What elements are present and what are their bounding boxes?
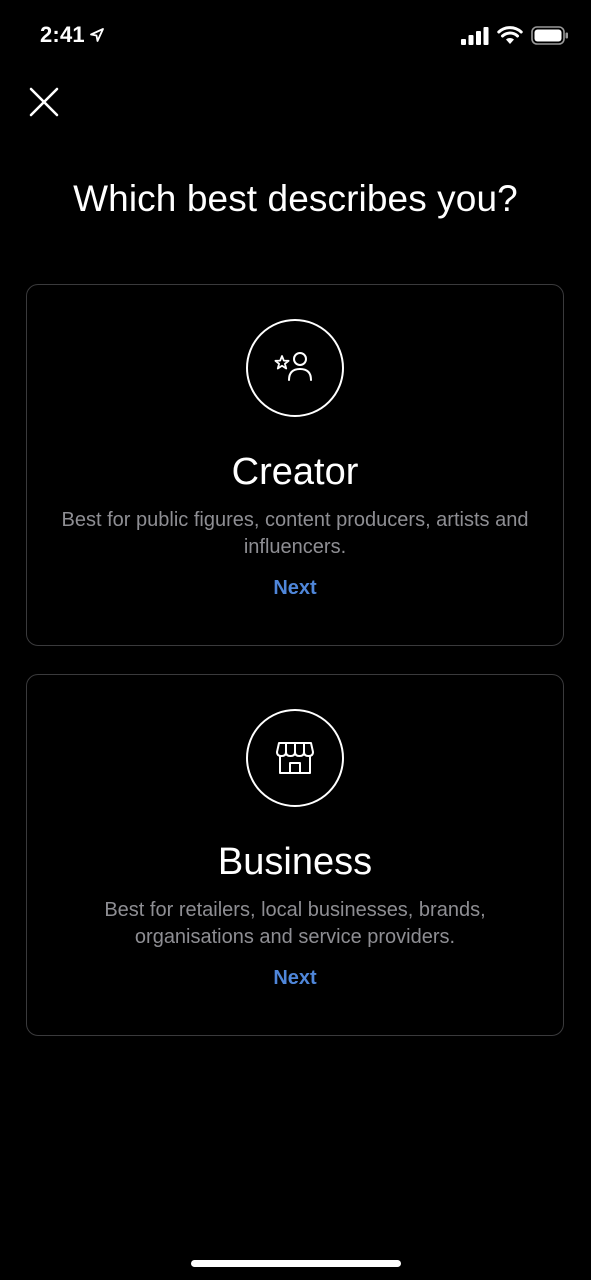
creator-person-star-icon <box>274 352 312 381</box>
battery-icon <box>531 26 568 45</box>
status-indicators <box>461 26 569 45</box>
creator-description: Best for public figures, content produce… <box>61 509 529 558</box>
location-arrow-icon <box>89 28 104 42</box>
status-time-group: 2:41 <box>40 22 105 48</box>
cellular-signal-icon <box>461 26 489 45</box>
creator-next-button[interactable]: Next <box>273 577 316 599</box>
business-next-container: Next <box>27 967 563 990</box>
creator-next-container: Next <box>27 577 563 600</box>
creator-icon-circle <box>246 319 344 417</box>
storefront-icon <box>276 742 314 774</box>
close-button[interactable] <box>26 84 62 120</box>
home-indicator[interactable] <box>191 1260 401 1267</box>
creator-option-card[interactable]: Creator Best for public figures, content… <box>26 284 564 646</box>
business-icon-circle <box>246 709 344 807</box>
creator-title: Creator <box>231 451 359 493</box>
status-bar: 2:41 <box>0 0 591 72</box>
business-next-button[interactable]: Next <box>273 967 316 989</box>
business-title: Business <box>217 841 373 883</box>
close-icon <box>29 87 59 117</box>
business-option-card[interactable]: Business Best for retailers, local busin… <box>26 674 564 1036</box>
status-time: 2:41 <box>40 22 85 47</box>
page-title: Which best describes you? <box>73 178 518 219</box>
wifi-icon <box>497 26 523 44</box>
business-description: Best for retailers, local businesses, br… <box>104 899 486 948</box>
